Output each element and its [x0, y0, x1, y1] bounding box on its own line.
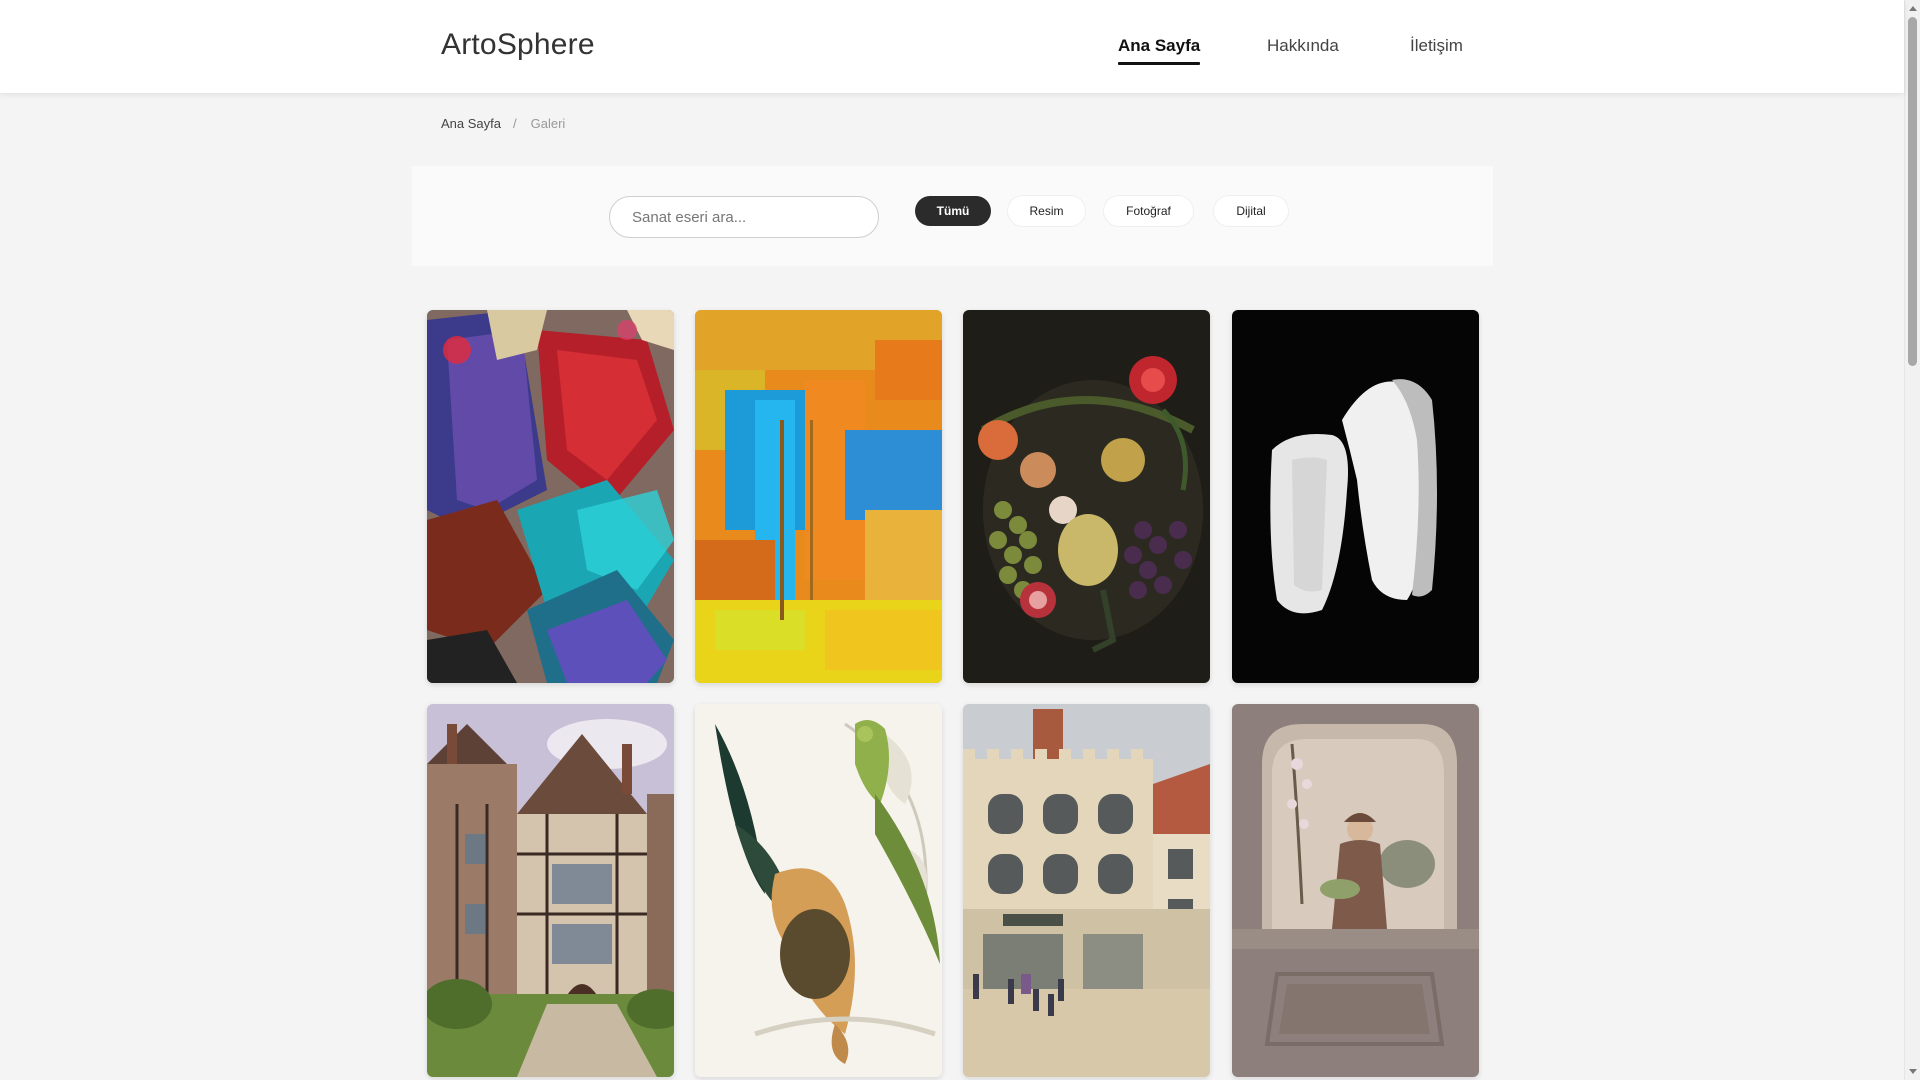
tudor-house-image — [427, 704, 674, 1077]
page-scrollbar[interactable] — [1904, 0, 1920, 1080]
breadcrumb-current: Galeri — [530, 116, 566, 131]
search-input[interactable] — [609, 196, 879, 238]
nav-link-contact[interactable]: İletişim — [1410, 36, 1463, 56]
breadcrumb-home[interactable]: Ana Sayfa — [441, 116, 501, 131]
abstract-image — [695, 310, 942, 683]
nav-link-about[interactable]: Hakkında — [1267, 36, 1339, 56]
filter-chip-all[interactable]: Tümü — [915, 196, 991, 226]
breadcrumb-separator: / — [513, 116, 517, 131]
filter-panel: Tümü Resim Fotoğraf Dijital — [412, 166, 1493, 266]
parrots-image — [695, 704, 942, 1077]
gallery-card-woman-window[interactable] — [1232, 704, 1479, 1077]
filter-chip-photo[interactable]: Fotoğraf — [1104, 196, 1193, 226]
gallery-card-parrots[interactable] — [695, 704, 942, 1077]
brush-stroke-image — [1232, 310, 1479, 683]
breadcrumb: Ana Sayfa / Galeri — [441, 116, 565, 131]
gallery-card-street-building[interactable] — [963, 704, 1210, 1077]
woman-window-image — [1232, 704, 1479, 1077]
filter-chip-digital[interactable]: Dijital — [1214, 196, 1288, 226]
main-nav: Ana Sayfa Hakkında İletişim — [0, 36, 1904, 76]
still-life-image — [963, 310, 1210, 683]
gallery-card-brush-stroke[interactable] — [1232, 310, 1479, 683]
gallery-card-tudor-house[interactable] — [427, 704, 674, 1077]
site-header: ArtoSphere Ana Sayfa Hakkında İletişim — [0, 0, 1904, 93]
scroll-down-arrow-icon[interactable] — [1909, 1069, 1917, 1074]
gallery-card-brushes[interactable] — [427, 310, 674, 683]
gallery-card-still-life[interactable] — [963, 310, 1210, 683]
brushes-image — [427, 310, 674, 683]
nav-link-home[interactable]: Ana Sayfa — [1118, 36, 1201, 65]
filter-chip-painting[interactable]: Resim — [1008, 196, 1085, 226]
street-building-image — [963, 704, 1210, 1077]
scroll-up-arrow-icon[interactable] — [1909, 6, 1917, 11]
scroll-thumb[interactable] — [1908, 17, 1917, 366]
gallery-card-abstract[interactable] — [695, 310, 942, 683]
